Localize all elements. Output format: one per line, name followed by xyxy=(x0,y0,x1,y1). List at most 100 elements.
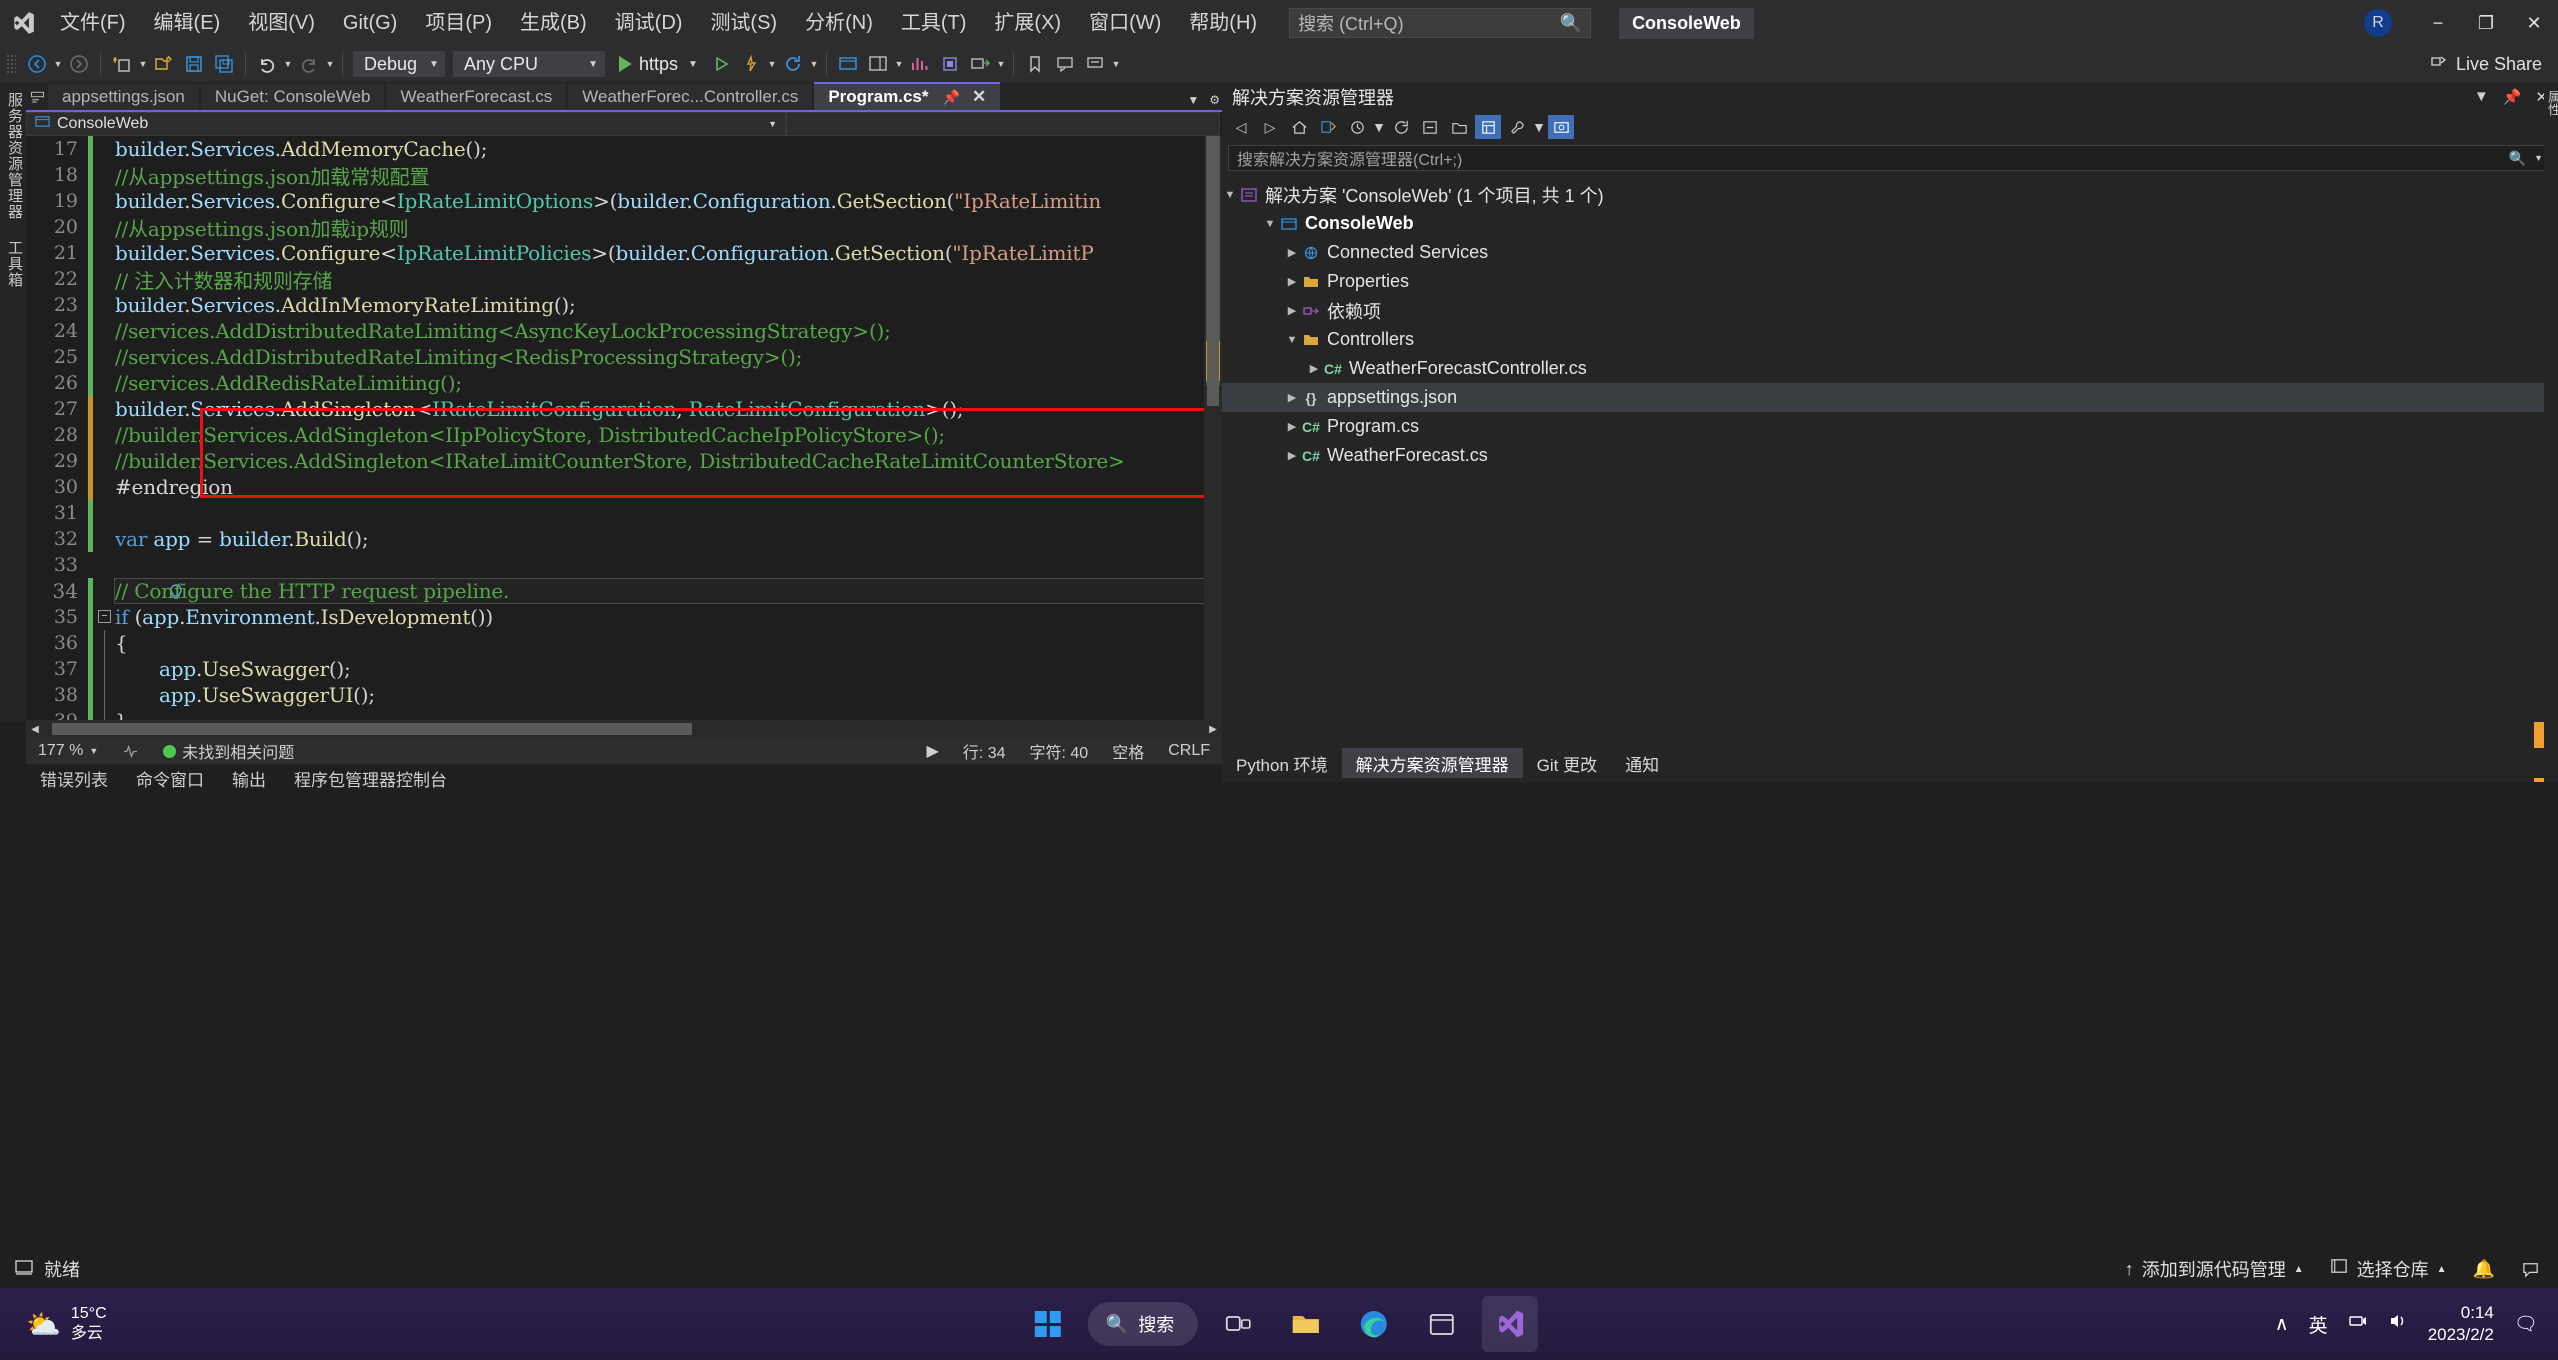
navigate-backward-icon[interactable] xyxy=(22,49,52,79)
fold-column[interactable] xyxy=(93,474,115,500)
tab-weatherforecast-controller-cs[interactable]: WeatherForec...Controller.cs xyxy=(568,84,813,110)
code-line[interactable]: 20 //从appsettings.json加载ip规则 xyxy=(26,214,1222,241)
tree-item-properties[interactable]: ▶ Properties xyxy=(1222,267,2558,296)
tab-list-dropdown-icon[interactable]: ▼ xyxy=(1187,93,1199,107)
tab-solution-explorer[interactable]: 解决方案资源管理器 xyxy=(1341,748,1523,778)
task-view-button[interactable] xyxy=(1210,1296,1266,1352)
save-icon[interactable] xyxy=(179,49,209,79)
solution-platform-combo[interactable]: Any CPU ▼ xyxy=(453,51,605,77)
twisty-collapsed-icon[interactable]: ▶ xyxy=(1284,246,1300,259)
fold-column[interactable] xyxy=(93,578,115,604)
maximize-button[interactable]: ❐ xyxy=(2462,0,2510,46)
minimize-button[interactable]: − xyxy=(2414,0,2462,46)
code-text[interactable]: if (app.Environment.IsDevelopment()) xyxy=(115,605,1222,629)
member-selector[interactable] xyxy=(786,112,1220,136)
run-target-dropdown-icon[interactable]: ▼ xyxy=(688,59,698,70)
code-line[interactable]: 34 // Configure the HTTP request pipeline… xyxy=(26,578,1222,604)
fold-column[interactable] xyxy=(93,422,115,448)
refresh-dropdown-icon[interactable]: ▼ xyxy=(808,49,820,79)
editor-horizontal-scrollbar[interactable]: ◀ ▶ xyxy=(26,720,1222,738)
tree-item-connected-services[interactable]: ▶ Connected Services xyxy=(1222,238,2558,267)
fold-column[interactable] xyxy=(93,214,115,240)
code-health-icon[interactable] xyxy=(110,743,151,760)
fold-column[interactable] xyxy=(93,682,115,708)
code-line[interactable]: 38 app.UseSwaggerUI(); xyxy=(26,682,1222,708)
live-share-button[interactable]: Live Share xyxy=(2428,46,2542,82)
code-line[interactable]: 35− if (app.Environment.IsDevelopment()) xyxy=(26,604,1222,630)
ime-language-indicator[interactable]: 英 xyxy=(2309,1311,2328,1338)
tab-output[interactable]: 输出 xyxy=(218,766,280,791)
editor-vertical-scrollbar[interactable] xyxy=(1204,136,1222,720)
start-debug-button[interactable]: https ▼ xyxy=(619,54,698,75)
code-text[interactable]: var app = builder.Build(); xyxy=(115,527,1222,551)
menu-project[interactable]: 项目(P) xyxy=(411,0,506,46)
tab-python-environments[interactable]: Python 环境 xyxy=(1222,751,1342,776)
server-explorer-tab[interactable]: 服务器资源管理器 xyxy=(0,82,29,230)
code-text[interactable]: app.UseSwagger(); xyxy=(115,657,1222,681)
twisty-collapsed-icon[interactable]: ▶ xyxy=(1284,275,1300,288)
tree-item-program-cs[interactable]: ▶ C# Program.cs xyxy=(1222,412,2558,441)
bookmark-icon[interactable] xyxy=(1020,49,1050,79)
indentation-mode[interactable]: 空格 xyxy=(1100,739,1156,763)
uncomment-selection-icon[interactable] xyxy=(1080,49,1110,79)
toolbox-tab[interactable]: 工具箱 xyxy=(0,230,29,298)
collapse-all-icon[interactable] xyxy=(1417,115,1443,139)
memory-usage-icon[interactable] xyxy=(935,49,965,79)
tree-item-weatherforecastcontroller-cs[interactable]: ▶ C# WeatherForecastController.cs xyxy=(1222,354,2558,383)
scrollbar-thumb[interactable] xyxy=(1207,136,1219,406)
fold-column[interactable] xyxy=(93,136,115,162)
menu-analyze[interactable]: 分析(N) xyxy=(791,0,887,46)
chevron-down-icon[interactable]: ▼ xyxy=(1532,115,1546,139)
type-selector[interactable]: ConsoleWeb ▼ xyxy=(26,112,786,136)
tab-program-cs[interactable]: Program.cs* 📌 ✕ xyxy=(814,82,1001,110)
select-repository-button[interactable]: 选择仓库 ▲ xyxy=(2330,1256,2447,1282)
code-text[interactable]: builder.Services.AddSingleton<IRateLimit… xyxy=(115,397,1222,421)
properties-tab[interactable]: 属性 xyxy=(2544,82,2558,124)
menu-window[interactable]: 窗口(W) xyxy=(1075,0,1175,46)
code-line[interactable]: 17 builder.Services.AddMemoryCache(); xyxy=(26,136,1222,162)
fold-column[interactable] xyxy=(93,370,115,396)
tab-git-changes[interactable]: Git 更改 xyxy=(1523,751,1611,776)
solution-explorer-scrollbar[interactable] xyxy=(2534,722,2544,842)
menu-edit[interactable]: 编辑(E) xyxy=(140,0,235,46)
save-all-icon[interactable] xyxy=(209,49,239,79)
weather-widget[interactable]: ⛅ 15°C 多云 xyxy=(0,1304,107,1344)
comment-selection-icon[interactable] xyxy=(1050,49,1080,79)
tab-appsettings-json[interactable]: appsettings.json xyxy=(48,84,199,110)
fold-column[interactable] xyxy=(93,266,115,292)
fold-column[interactable] xyxy=(93,396,115,422)
code-text[interactable]: } xyxy=(115,709,1222,720)
zoom-level-combo[interactable]: 177 % ▼ xyxy=(26,742,110,760)
toolbar-grip[interactable] xyxy=(6,54,16,74)
fold-column[interactable] xyxy=(93,292,115,318)
chevron-down-icon[interactable]: ▼ xyxy=(1372,115,1386,139)
fold-column[interactable] xyxy=(93,448,115,474)
avatar[interactable]: R xyxy=(2364,9,2392,37)
close-button[interactable]: ✕ xyxy=(2510,0,2558,46)
performance-profiler-icon[interactable] xyxy=(905,49,935,79)
document-settings-icon[interactable]: ⚙ xyxy=(1209,93,1220,107)
solution-explorer-search-input[interactable]: 搜索解决方案资源管理器(Ctrl+;) 🔍 ▼ xyxy=(1228,145,2552,171)
menu-test[interactable]: 测试(S) xyxy=(696,0,791,46)
fold-column[interactable] xyxy=(93,240,115,266)
fold-column[interactable] xyxy=(93,526,115,552)
attach-dropdown-icon[interactable]: ▼ xyxy=(995,49,1007,79)
tab-package-manager-console[interactable]: 程序包管理器控制台 xyxy=(280,766,461,791)
pin-icon[interactable]: 📌 xyxy=(2503,88,2522,106)
code-line[interactable]: 18 //从appsettings.json加载常规配置 xyxy=(26,162,1222,189)
scroll-to-end-icon[interactable]: ▶ xyxy=(914,741,950,761)
twisty-collapsed-icon[interactable]: ▶ xyxy=(1284,449,1300,462)
scroll-right-icon[interactable]: ▶ xyxy=(1204,720,1222,738)
twisty-collapsed-icon[interactable]: ▶ xyxy=(1284,304,1300,317)
refresh-icon[interactable] xyxy=(1388,115,1414,139)
code-line[interactable]: 19 builder.Services.Configure<IpRateLimit… xyxy=(26,188,1222,214)
tree-item-consoleweb[interactable]: ▼ ConsoleWeb xyxy=(1222,209,2558,238)
fold-column[interactable] xyxy=(93,500,115,526)
hscrollbar-thumb[interactable] xyxy=(52,723,692,735)
code-text[interactable]: { xyxy=(115,631,1222,655)
attach-to-process-icon[interactable] xyxy=(965,49,995,79)
fold-column[interactable] xyxy=(93,162,115,188)
fold-column[interactable] xyxy=(93,188,115,214)
code-text[interactable]: //services.AddDistributedRateLimiting<As… xyxy=(115,319,1222,343)
tree-item-appsettings-json[interactable]: ▶ {} appsettings.json xyxy=(1222,383,2558,412)
